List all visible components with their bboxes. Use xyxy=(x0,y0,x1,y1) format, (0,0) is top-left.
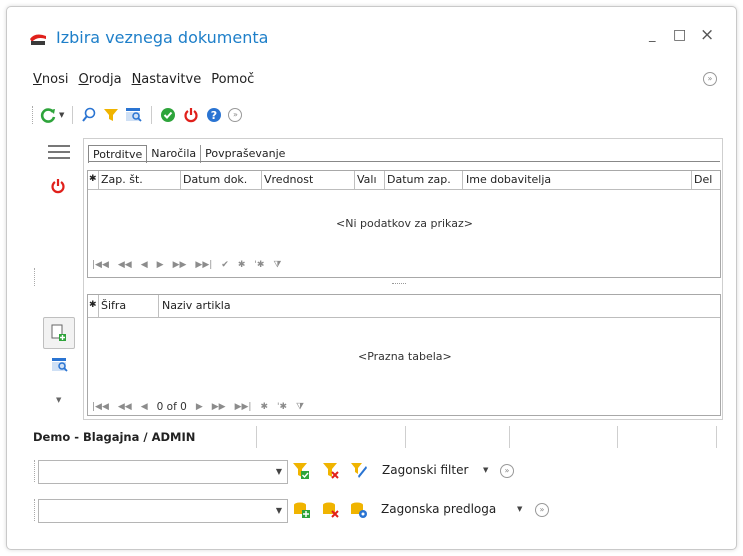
minimize-button[interactable]: _ xyxy=(649,28,656,43)
column-header[interactable]: Del xyxy=(694,173,718,186)
template-delete-icon[interactable] xyxy=(322,501,340,519)
next-page-icon[interactable]: ▶▶ xyxy=(173,260,187,270)
column-header[interactable]: Zap. št. xyxy=(101,173,143,186)
prev-page-icon[interactable]: ◀◀ xyxy=(118,260,132,270)
confirm-icon[interactable] xyxy=(160,107,176,123)
last-record-icon[interactable]: ▶▶| xyxy=(235,402,252,412)
template-label[interactable]: Zagonska predloga xyxy=(381,502,496,516)
maximize-button[interactable]: □ xyxy=(673,27,686,43)
menu-nastavitve[interactable]: Nastavitve xyxy=(132,72,202,87)
grid-search-icon[interactable] xyxy=(51,357,69,373)
grid-search-icon[interactable] xyxy=(125,107,143,123)
template-select[interactable]: ▼ xyxy=(38,499,288,523)
column-header[interactable]: Datum zap. xyxy=(387,173,451,186)
menu-bar: Vnosi Orodja Nastavitve Pomoč xyxy=(33,72,254,87)
power-icon[interactable] xyxy=(50,178,66,194)
refresh-icon[interactable] xyxy=(39,106,57,124)
filter-label[interactable]: Zagonski filter xyxy=(382,463,468,477)
first-record-icon[interactable]: |◀◀ xyxy=(92,402,109,412)
toolbar: ▼ ? » xyxy=(32,106,243,124)
prev-record-icon[interactable]: ◀ xyxy=(141,402,148,412)
grid-navigator: |◀◀ ◀◀ ◀ ▶ ▶▶ ▶▶| ✔ ✱ '✱ ⧩ xyxy=(92,260,281,270)
record-counter: 0 of 0 xyxy=(156,401,187,413)
next-record-icon[interactable]: ▶ xyxy=(157,260,164,270)
toolbar-grip[interactable] xyxy=(32,106,35,124)
column-header[interactable]: Naziv artikla xyxy=(162,299,231,312)
hamburger-icon[interactable] xyxy=(48,145,70,147)
asterisk-icon: ✱ xyxy=(89,174,97,184)
side-splitter[interactable] xyxy=(34,268,36,286)
prev-record-icon[interactable]: ◀ xyxy=(141,260,148,270)
new-document-icon xyxy=(51,324,66,341)
template-add-icon[interactable] xyxy=(293,501,311,519)
chevron-down-icon: ▼ xyxy=(275,506,282,515)
side-more-icon[interactable]: ▼ xyxy=(56,396,61,404)
menu-pomoc[interactable]: Pomoč xyxy=(211,72,254,87)
filter-icon[interactable]: ⧩ xyxy=(296,402,304,412)
grid-splitter[interactable] xyxy=(392,283,406,285)
last-record-icon[interactable]: ▶▶| xyxy=(195,260,212,270)
asterisk-icon[interactable]: ✱ xyxy=(238,260,246,270)
power-icon[interactable] xyxy=(183,107,199,123)
filter-icon[interactable]: ⧩ xyxy=(273,260,281,270)
search-icon[interactable] xyxy=(81,107,97,123)
menu-customize-icon[interactable]: » xyxy=(703,72,717,86)
menu-orodja[interactable]: Orodja xyxy=(78,72,121,87)
empty-grid-message: <Prazna tabela> xyxy=(358,350,452,363)
toolbar-customize-icon[interactable]: » xyxy=(228,108,243,122)
chevron-down-icon: ▼ xyxy=(275,467,282,476)
filter-edit-icon[interactable] xyxy=(350,461,368,479)
column-header[interactable]: Valı xyxy=(357,173,383,186)
status-user-text: Demo - Blagajna / ADMIN xyxy=(33,430,196,444)
filter-icon[interactable] xyxy=(103,107,119,123)
clear-filter-icon[interactable]: '✱ xyxy=(277,402,287,412)
app-logo-icon xyxy=(30,34,46,45)
filter-clear-icon[interactable] xyxy=(322,462,340,480)
grid-navigator: |◀◀ ◀◀ ◀ 0 of 0 ▶ ▶▶ ▶▶| ✱ '✱ ⧩ xyxy=(92,401,304,413)
new-document-button[interactable] xyxy=(43,317,75,349)
documents-grid-header: ✱ Zap. št. Datum dok. Vrednost Valı Datu… xyxy=(88,171,720,190)
menu-vnosi[interactable]: Vnosi xyxy=(33,72,68,87)
template-settings-icon[interactable] xyxy=(350,501,368,519)
next-record-icon[interactable]: ▶ xyxy=(196,402,203,412)
filter-select[interactable]: ▼ xyxy=(38,460,288,484)
column-header[interactable]: Datum dok. xyxy=(183,173,247,186)
articles-grid: ✱ Šifra Naziv artikla <Prazna tabela> |◀… xyxy=(87,294,721,416)
asterisk-icon[interactable]: ✱ xyxy=(260,402,268,412)
asterisk-icon: ✱ xyxy=(89,300,97,310)
refresh-dropdown-icon[interactable]: ▼ xyxy=(59,111,64,119)
clear-filter-icon[interactable]: '✱ xyxy=(254,260,264,270)
filter-apply-icon[interactable] xyxy=(292,462,310,480)
svg-text:?: ? xyxy=(211,109,217,122)
articles-grid-header: ✱ Šifra Naziv artikla xyxy=(88,295,720,318)
prev-page-icon[interactable]: ◀◀ xyxy=(118,402,132,412)
column-header[interactable]: Ime dobavitelja xyxy=(466,173,551,186)
documents-grid: ✱ Zap. št. Datum dok. Vrednost Valı Datu… xyxy=(87,170,721,278)
help-icon[interactable]: ? xyxy=(206,107,222,123)
template-customize-icon[interactable]: » xyxy=(535,503,549,517)
column-header[interactable]: Šifra xyxy=(101,299,126,312)
filter-dropdown-icon[interactable]: ▼ xyxy=(483,466,488,474)
window-title: Izbira veznega dokumenta xyxy=(56,28,269,47)
filter-customize-icon[interactable]: » xyxy=(500,464,514,478)
next-page-icon[interactable]: ▶▶ xyxy=(212,402,226,412)
empty-grid-message: <Ni podatkov za prikaz> xyxy=(336,217,473,230)
first-record-icon[interactable]: |◀◀ xyxy=(92,260,109,270)
close-button[interactable]: × xyxy=(700,25,714,45)
column-header[interactable]: Vrednost xyxy=(264,173,313,186)
template-dropdown-icon[interactable]: ▼ xyxy=(517,505,522,513)
check-icon[interactable]: ✔ xyxy=(221,260,229,270)
